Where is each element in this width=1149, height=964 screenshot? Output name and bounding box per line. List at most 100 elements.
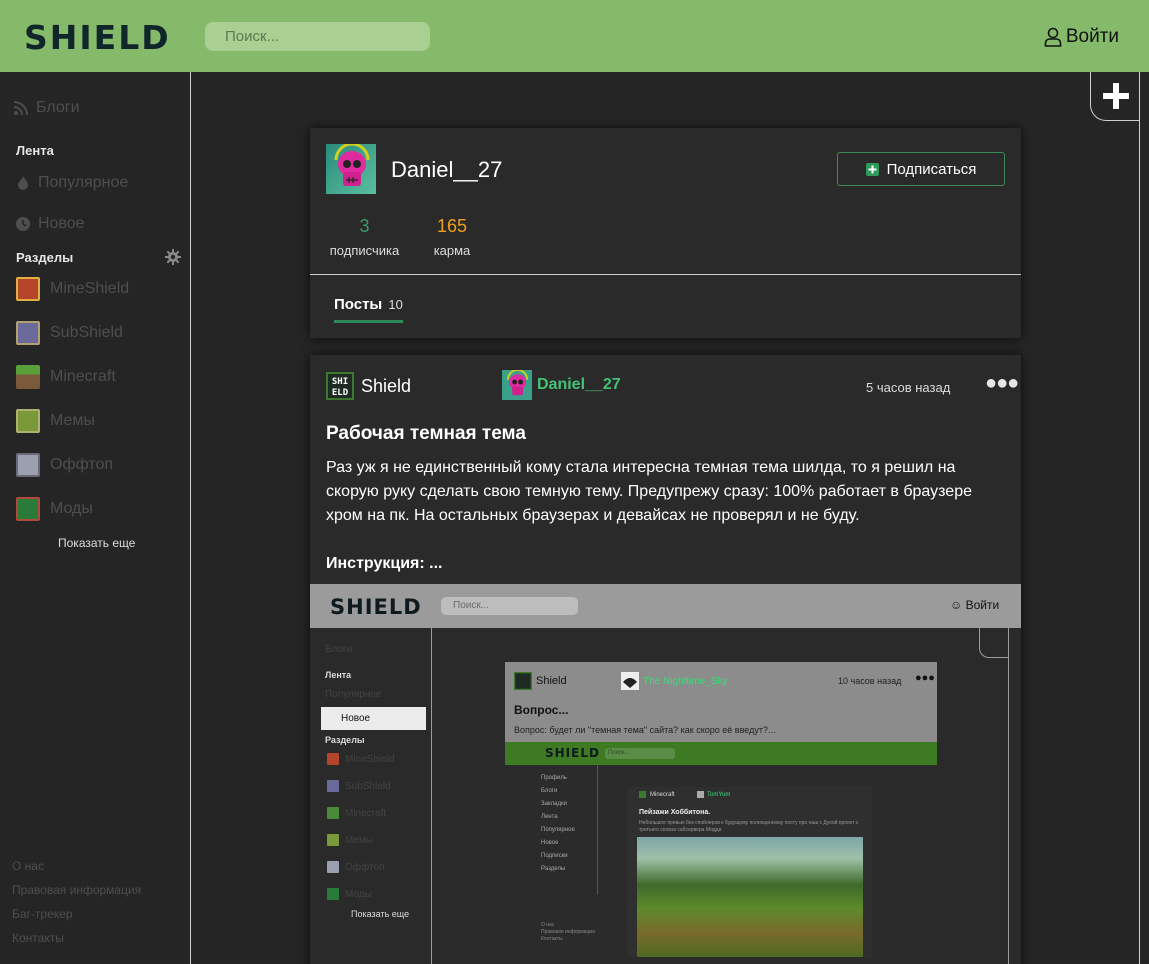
- embedded-feed: Лента: [325, 670, 352, 680]
- post-title[interactable]: Рабочая темная тема: [326, 423, 526, 445]
- sidebar-item-blogs[interactable]: Блоги: [14, 99, 80, 117]
- sidebar-item-subshield[interactable]: SubShield: [16, 321, 123, 345]
- clock-icon: [16, 217, 30, 231]
- sidebar-item-mineshield[interactable]: MineShield: [16, 277, 129, 301]
- inner-search: Поиск...: [605, 748, 675, 759]
- tab-count: 10: [388, 297, 403, 312]
- inner-post: Minecraft TomYum Пейзажи Хоббитона. Небо…: [627, 787, 872, 957]
- create-post-button[interactable]: [1090, 72, 1140, 121]
- sidebar-item-new[interactable]: Новое: [16, 215, 85, 233]
- embedded-dots-icon: ●●●: [915, 672, 935, 684]
- embedded-section: Minecraft: [327, 807, 386, 819]
- sidebar-item-label: MineShield: [50, 280, 130, 297]
- subscribe-button[interactable]: Подписаться: [837, 152, 1005, 186]
- embedded-post-title: Вопрос...: [514, 703, 569, 717]
- profile-divider: [310, 274, 1021, 275]
- grass-block-icon: [16, 365, 40, 389]
- post-instruction[interactable]: Инструкция: ...: [326, 555, 442, 573]
- footer-link-legal[interactable]: Правовая информация: [12, 883, 141, 897]
- subscribers-stat[interactable]: 3 подписчика: [326, 216, 403, 258]
- sidebar-item-minecraft[interactable]: Minecraft: [16, 365, 116, 389]
- inner-header: SHIELD Поиск...: [505, 742, 937, 765]
- embedded-post: Shield The Nighttime_Sky 10 часов назад …: [505, 662, 937, 964]
- post-time: 5 часов назад: [866, 380, 951, 395]
- login-label: Войти: [1065, 26, 1119, 47]
- embedded-sections-heading: Разделы: [325, 735, 365, 745]
- embedded-post-time: 10 часов назад: [838, 676, 902, 686]
- embedded-popular: Популярное: [325, 689, 382, 700]
- embedded-post-author: The Nighttime_Sky: [621, 672, 727, 690]
- post-author[interactable]: Daniel__27: [502, 370, 621, 400]
- svg-text:SHI: SHI: [332, 377, 348, 387]
- embedded-sidebar: Блоги Лента Популярное Новое Разделы Min…: [310, 628, 432, 964]
- inner-post-title: Пейзажи Хоббитона.: [639, 809, 711, 816]
- hobbiton-landscape-image: [637, 837, 863, 957]
- subscribers-label: подписчика: [329, 243, 400, 258]
- site-logo[interactable]: SHIELD: [24, 19, 171, 57]
- embedded-logo: SHIELD: [330, 595, 422, 619]
- embedded-section: Оффтоп: [327, 861, 384, 873]
- post-image[interactable]: SHIELD Поиск... ☺ Войти Блоги Лента Попу…: [310, 584, 1021, 964]
- fire-icon: [18, 176, 28, 190]
- embedded-post-source: Shield: [514, 672, 567, 690]
- embedded-show-more: Показать еще: [351, 909, 410, 919]
- embedded-shield-icon: [514, 672, 532, 690]
- embedded-user-icon: ☺: [950, 598, 963, 612]
- sections-heading: Разделы: [16, 250, 74, 265]
- embedded-header: SHIELD Поиск... ☺ Войти: [310, 584, 1021, 628]
- sidebar-item-mods[interactable]: Моды: [16, 497, 93, 521]
- post-source-label: Shield: [361, 375, 412, 396]
- profile-card: Daniel__27 Подписаться 3 подписчика 165 …: [310, 128, 1021, 338]
- user-icon: [1044, 27, 1062, 47]
- footer-link-bugtracker[interactable]: Баг-трекер: [12, 907, 73, 921]
- embedded-section: Мемы: [327, 834, 373, 846]
- tab-label: Посты: [334, 296, 383, 313]
- sidebar-item-label: Блоги: [36, 99, 80, 116]
- feed-heading: Лента: [16, 143, 54, 158]
- post-source[interactable]: SHI ELD Shield: [326, 372, 411, 400]
- embedded-login: ☺ Войти: [950, 598, 999, 612]
- frog-icon: [16, 409, 40, 433]
- more-options-icon[interactable]: ●●●: [985, 372, 1019, 395]
- embedded-inner-screenshot: SHIELD Поиск... Профиль Блоги Закладки Л…: [505, 742, 937, 964]
- svg-text:ELD: ELD: [332, 388, 349, 398]
- plus-icon: [1102, 83, 1129, 109]
- offtopic-icon: [16, 453, 40, 477]
- embedded-section: MineShield: [327, 753, 394, 765]
- inner-footer: О нас Правовая информация Контакты: [541, 922, 595, 942]
- tab-posts[interactable]: Посты 10: [334, 296, 403, 323]
- inner-divider: [597, 765, 598, 895]
- sidebar-item-label: Minecraft: [50, 368, 116, 385]
- plus-square-icon: [865, 162, 879, 176]
- post-author-name: Daniel__27: [537, 376, 621, 393]
- embedded-post-body: Вопрос: будет ли "темная тема" сайта? ка…: [514, 725, 776, 735]
- footer-link-contacts[interactable]: Контакты: [12, 931, 64, 945]
- inner-logo: SHIELD: [545, 746, 600, 760]
- login-button[interactable]: Войти: [1044, 26, 1119, 48]
- show-more-link[interactable]: Показать еще: [58, 536, 135, 550]
- embedded-new: Новое: [321, 707, 426, 730]
- shield-logo-icon: SHIELD: [326, 372, 354, 400]
- username: Daniel__27: [391, 157, 503, 182]
- user-avatar[interactable]: [326, 144, 376, 194]
- subshield-logo-icon: [16, 321, 40, 345]
- embedded-section: SubShield: [327, 780, 391, 792]
- embedded-search: Поиск...: [441, 597, 578, 615]
- subscribers-count: 3: [359, 216, 370, 236]
- footer-link-about[interactable]: О нас: [12, 859, 44, 873]
- sidebar-item-label: Мемы: [50, 412, 95, 429]
- embedded-author-avatar: [621, 672, 639, 690]
- gear-icon[interactable]: [165, 249, 181, 265]
- embedded-plus-icon: [979, 628, 1009, 658]
- subscribe-label: Подписаться: [886, 160, 977, 178]
- karma-stat: 165 карма: [427, 216, 477, 258]
- sidebar-item-memes[interactable]: Мемы: [16, 409, 95, 433]
- search-input[interactable]: [205, 22, 430, 51]
- sidebar-item-label: SubShield: [50, 324, 123, 341]
- inner-post-author: TomYum: [697, 791, 730, 798]
- sidebar-item-label: Популярное: [38, 174, 129, 191]
- sidebar-item-label: Новое: [38, 215, 85, 232]
- sidebar-item-offtopic[interactable]: Оффтоп: [16, 453, 113, 477]
- author-avatar: [502, 370, 532, 400]
- sidebar-item-popular[interactable]: Популярное: [16, 174, 128, 192]
